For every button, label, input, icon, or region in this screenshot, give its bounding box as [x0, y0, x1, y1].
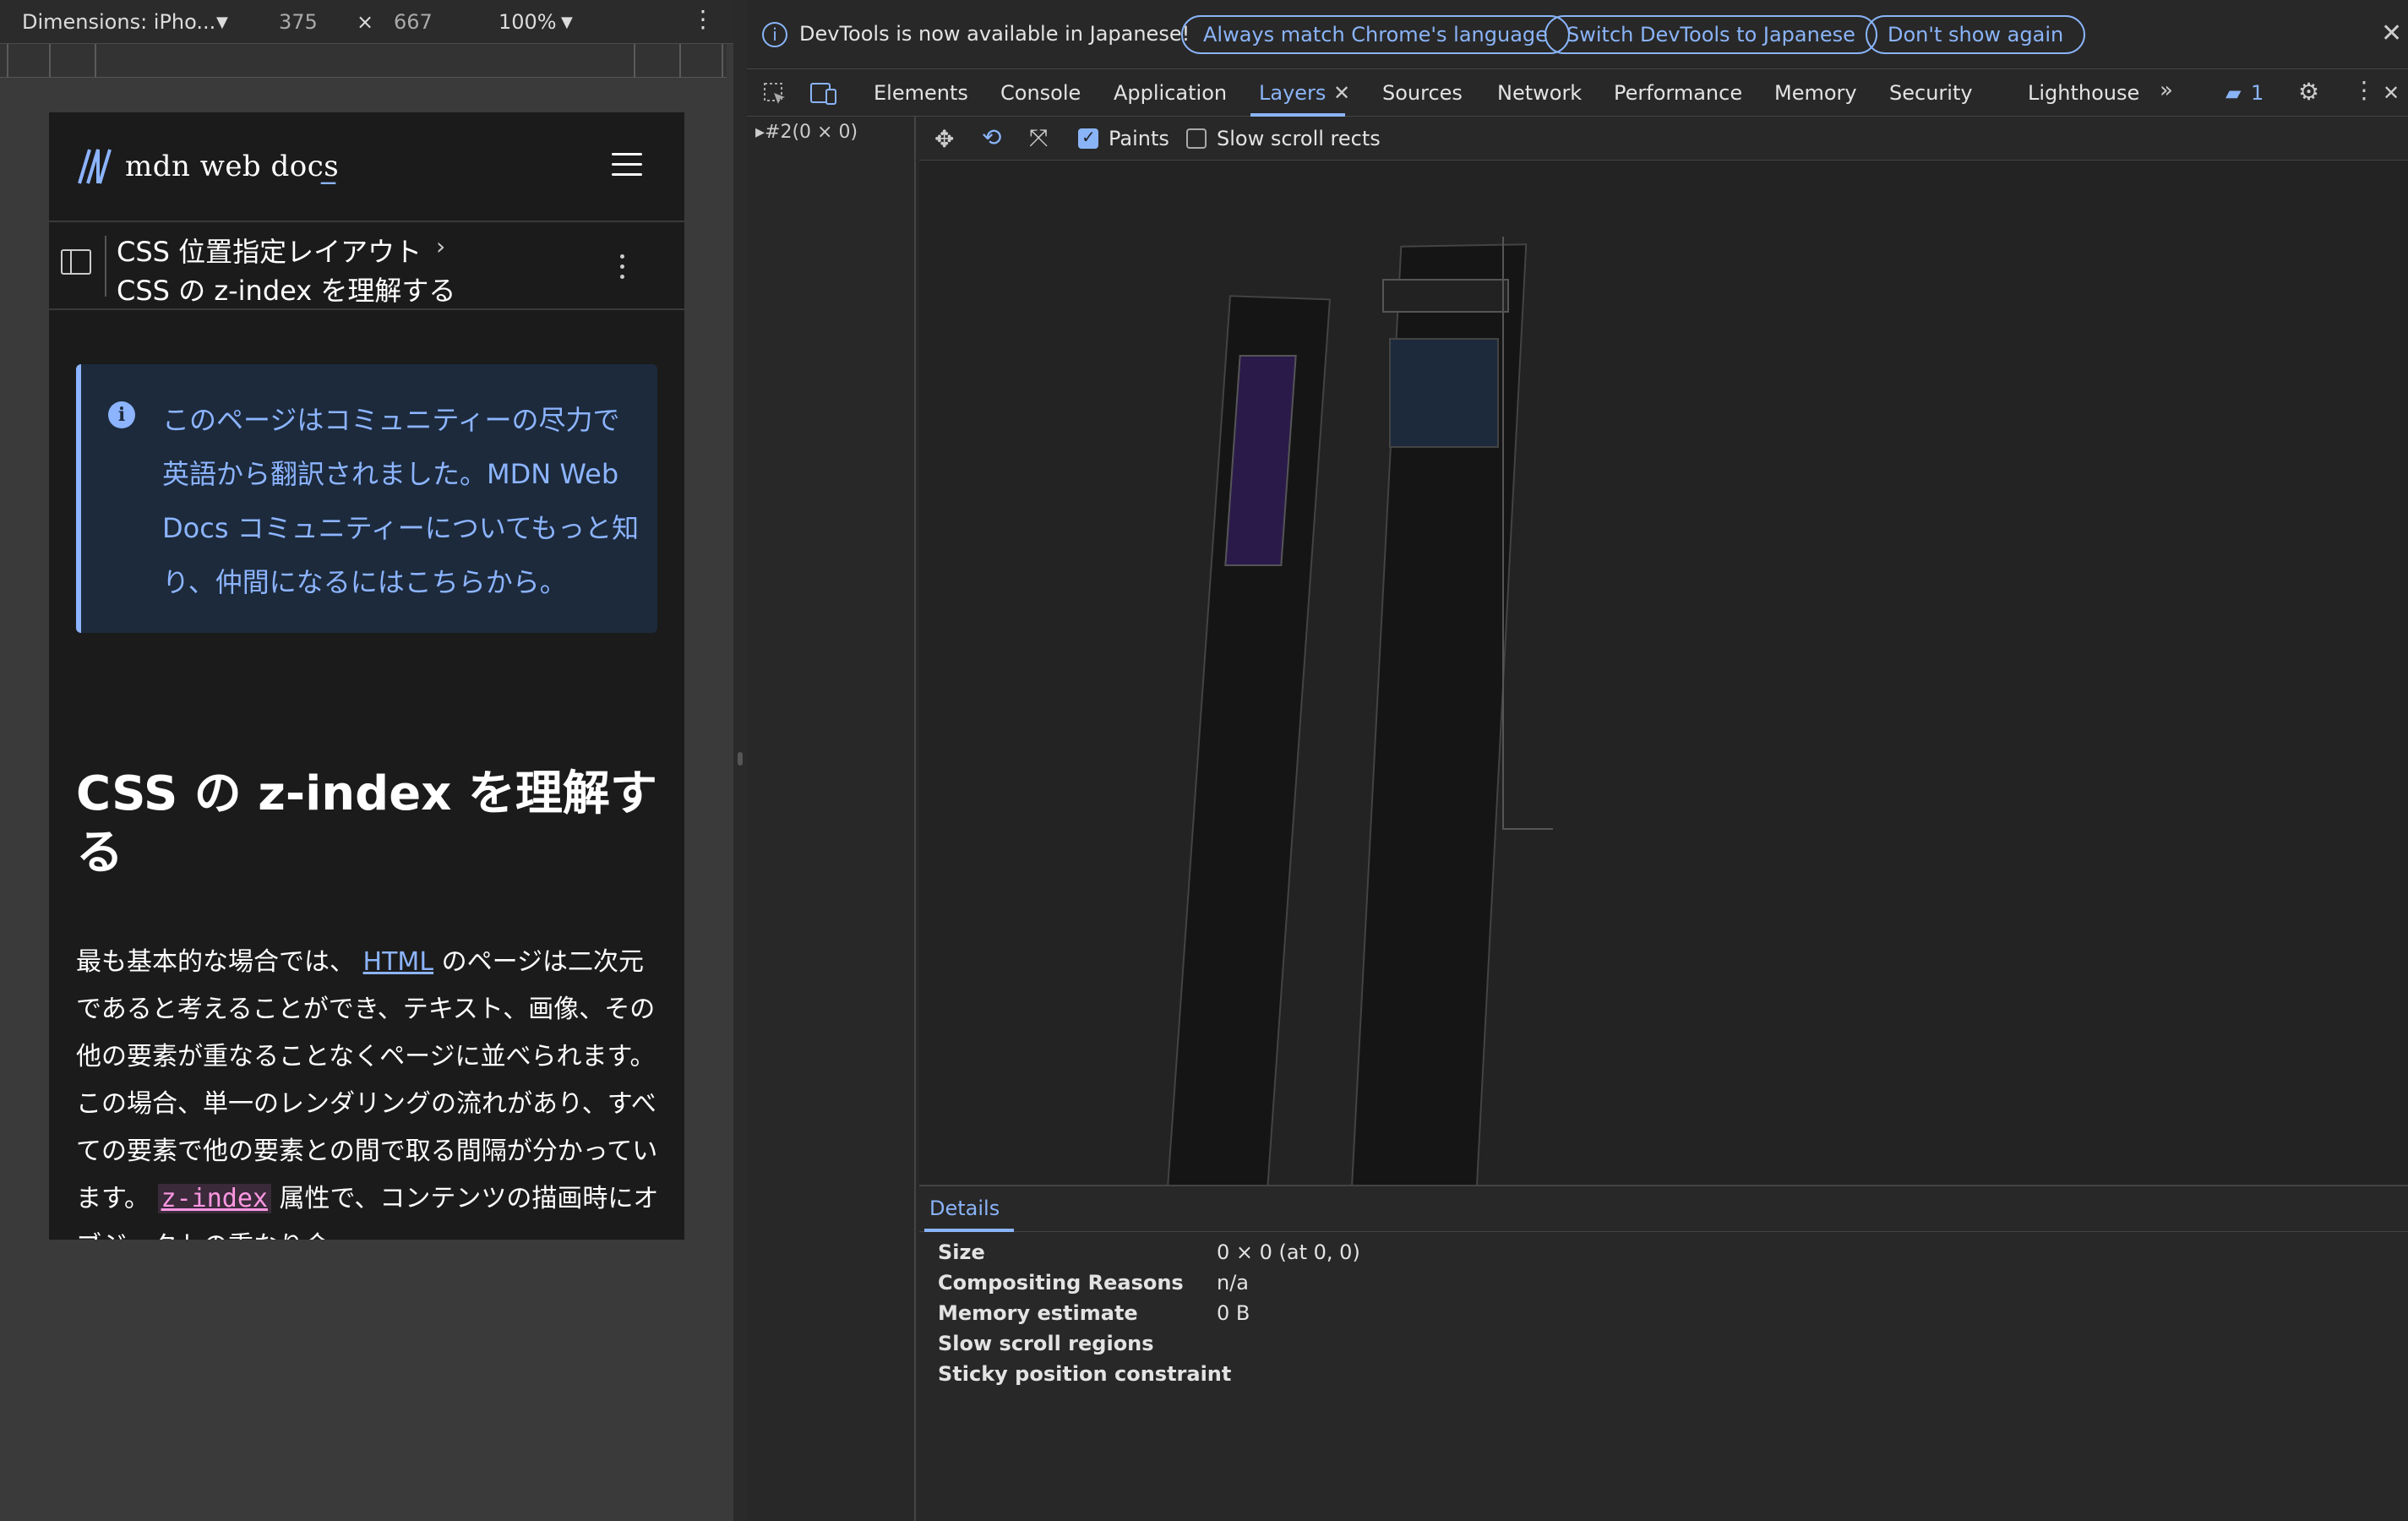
close-icon[interactable]: ✕ — [2381, 19, 2402, 48]
article-paragraph: 最も基本的な場合では、 HTML のページは二次元であると考えることができ、テキ… — [76, 939, 667, 1240]
chevron-down-icon[interactable]: ▼ — [561, 14, 573, 31]
device-width-input[interactable]: 375 — [279, 10, 318, 34]
tab-security[interactable]: Security — [1889, 81, 1973, 105]
paragraph-text: 最も基本的な場合では、 — [76, 947, 355, 977]
inspect-element-icon[interactable] — [762, 81, 787, 106]
emulated-viewport: mdn web docs _ CSS 位置指定レイアウト › CSS の z-i… — [49, 112, 684, 1240]
pan-mode-icon[interactable]: ✥ — [934, 125, 954, 153]
tab-application[interactable]: Application — [1114, 81, 1227, 105]
rotate-mode-icon[interactable]: ⟲ — [982, 123, 1001, 151]
device-dimensions-select[interactable]: Dimensions: iPho... — [22, 10, 215, 34]
device-toggle-icon[interactable] — [809, 81, 838, 106]
detail-key: Compositing Reasons — [938, 1271, 1184, 1295]
layers-3d-view[interactable] — [919, 161, 2408, 1185]
info-icon: i — [762, 22, 787, 47]
tab-sources[interactable]: Sources — [1382, 81, 1463, 105]
dimension-times: × — [357, 10, 374, 34]
page-title: CSS の z-index を理解する — [76, 766, 657, 880]
details-panel: Size 0 × 0 (at 0, 0) Compositing Reasons… — [919, 1232, 2408, 1521]
layer-node-label: #2(0 × 0) — [765, 122, 858, 143]
notice-text[interactable]: このページはコミュニティーの尽力で英語から翻訳されました。MDN Web Doc… — [162, 393, 644, 609]
language-infobar: i DevTools is now available in Japanese!… — [747, 0, 2408, 69]
infobar-message: DevTools is now available in Japanese! — [799, 22, 1190, 46]
breadcrumb-current[interactable]: CSS の z-index を理解する — [117, 270, 455, 308]
issues-icon[interactable]: ▰ — [2225, 81, 2241, 105]
tab-network[interactable]: Network — [1497, 81, 1582, 105]
detail-key: Slow scroll regions — [938, 1332, 1154, 1355]
mdn-logo-text[interactable]: mdn web docs — [125, 150, 339, 183]
layer-notice-thumbnail — [1389, 338, 1499, 448]
mdn-header: mdn web docs _ — [49, 112, 684, 222]
always-match-language-button[interactable]: Always match Chrome's language — [1181, 15, 1570, 54]
devtools-tabbar: Elements Console Application Layers ✕ So… — [747, 69, 2408, 117]
breadcrumb-parent-link[interactable]: CSS 位置指定レイアウト — [117, 231, 422, 270]
tab-details[interactable]: Details — [929, 1197, 1000, 1220]
detail-value: n/a — [1217, 1271, 1250, 1295]
mdn-logo-underscore: _ — [321, 151, 335, 185]
layer-header-thumbnail — [1382, 279, 1509, 313]
more-options-icon[interactable]: ⋮ — [691, 5, 715, 33]
dont-show-again-button[interactable]: Don't show again — [1866, 15, 2086, 54]
settings-gear-icon[interactable]: ⚙ — [2298, 78, 2319, 106]
layer-outline — [1502, 237, 1504, 828]
breadcrumb: CSS 位置指定レイアウト › CSS の z-index を理解する — [49, 224, 684, 310]
more-options-icon[interactable]: ⋮ — [2352, 76, 2376, 104]
paints-checkbox[interactable]: ✓ — [1078, 127, 1098, 149]
tab-performance[interactable]: Performance — [1614, 81, 1742, 105]
more-actions-icon[interactable] — [620, 254, 629, 288]
reset-transform-icon[interactable]: ⤧ — [1029, 123, 1048, 152]
tab-elements[interactable]: Elements — [874, 81, 968, 105]
device-height-input[interactable]: 667 — [394, 10, 433, 34]
switch-to-japanese-button[interactable]: Switch DevTools to Japanese — [1544, 15, 1877, 54]
chevron-right-icon: › — [436, 232, 446, 260]
triangle-right-icon[interactable]: ▸ — [755, 122, 765, 143]
mdn-logo-icon[interactable] — [76, 148, 117, 185]
sidebar-toggle-icon[interactable] — [61, 249, 91, 275]
detail-key: Memory estimate — [938, 1301, 1138, 1325]
slow-scroll-checkbox[interactable] — [1186, 128, 1207, 149]
paragraph-text: のページは二次元であると考えることができ、テキスト、画像、その他の要素が重なるこ… — [76, 947, 658, 1213]
device-emulation-pane: Dimensions: iPho... ▼ 375 × 667 100% ▼ ⋮… — [0, 0, 733, 1521]
detail-key: Sticky position constraint — [938, 1362, 1232, 1386]
breadcrumb-divider — [105, 236, 106, 297]
close-tab-icon[interactable]: ✕ — [1333, 81, 1350, 105]
layer-outline — [1502, 828, 1553, 830]
layer-tree-node[interactable]: ▸#2(0 × 0) — [755, 122, 858, 143]
tab-console[interactable]: Console — [1000, 81, 1081, 105]
close-devtools-icon[interactable]: ✕ — [2383, 81, 2400, 105]
devtools-panel: i DevTools is now available in Japanese!… — [747, 0, 2408, 1521]
detail-value: 0 × 0 (at 0, 0) — [1217, 1240, 1360, 1264]
layers-toolbar: ✥ ⟲ ⤧ ✓ Paints Slow scroll rects — [919, 117, 2408, 161]
pane-resize-handle[interactable] — [733, 0, 747, 1521]
hamburger-menu-icon[interactable] — [612, 153, 642, 178]
info-icon: i — [108, 401, 135, 428]
tab-layers[interactable]: Layers — [1259, 81, 1326, 105]
slow-scroll-label[interactable]: Slow scroll rects — [1217, 127, 1381, 150]
more-tabs-icon[interactable]: » — [2160, 78, 2173, 103]
detail-value: 0 B — [1217, 1301, 1250, 1325]
z-index-code-link[interactable]: z-index — [157, 1184, 271, 1213]
issues-count[interactable]: 1 — [2251, 81, 2264, 105]
tab-memory[interactable]: Memory — [1774, 81, 1857, 105]
paints-label[interactable]: Paints — [1109, 127, 1169, 150]
detail-key: Size — [938, 1240, 985, 1264]
zoom-select[interactable]: 100% — [498, 10, 557, 34]
layer-tree: ▸#2(0 × 0) — [747, 117, 916, 1521]
chevron-down-icon[interactable]: ▼ — [216, 14, 228, 31]
html-link[interactable]: HTML — [363, 947, 433, 977]
translation-notice: i このページはコミュニティーの尽力で英語から翻訳されました。MDN Web D… — [76, 364, 657, 633]
media-query-ruler[interactable] — [0, 44, 727, 78]
tab-lighthouse[interactable]: Lighthouse — [2028, 81, 2139, 105]
device-toolbar: Dimensions: iPho... ▼ 375 × 667 100% ▼ ⋮ — [0, 0, 733, 44]
details-header: Details — [919, 1185, 2408, 1232]
